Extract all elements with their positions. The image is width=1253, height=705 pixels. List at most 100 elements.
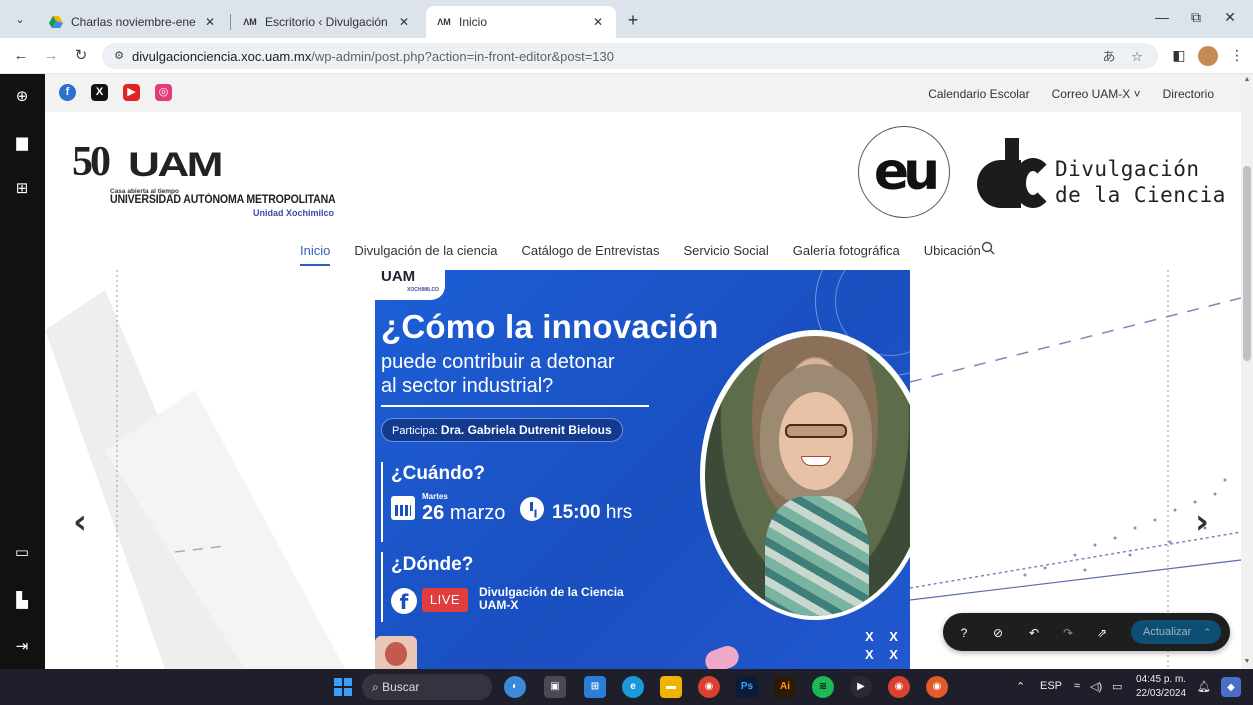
speaker-photo <box>705 336 910 616</box>
slider-prev-arrow[interactable]: ‹ <box>73 502 87 542</box>
poster-subtitle-line1: puede contribuir a detonar <box>381 351 615 373</box>
copilot-icon[interactable]: ◆ <box>1221 677 1241 697</box>
eu-logo[interactable]: eu <box>858 126 950 218</box>
address-bar[interactable]: ⚙ divulgacionciencia.xoc.uam.mx/wp-admin… <box>102 43 1158 69</box>
battery-icon[interactable]: ▭ <box>1112 680 1122 693</box>
restore-icon[interactable]: ⧉ <box>1180 9 1212 26</box>
close-tab-icon[interactable]: ✕ <box>396 15 412 29</box>
reload-icon[interactable]: ↻ <box>70 46 92 68</box>
search-icon[interactable] <box>981 241 995 259</box>
scroll-up-icon[interactable]: ▲ <box>1241 76 1253 83</box>
chrome-profile-icon[interactable]: ◉ <box>888 676 910 698</box>
widgets-icon[interactable]: ◐ <box>504 676 526 698</box>
undo-icon[interactable]: ↶ <box>1025 624 1043 642</box>
language-indicator[interactable]: ESP <box>1040 680 1062 692</box>
link-calendario[interactable]: Calendario Escolar <box>928 87 1029 101</box>
tray-chevron-up-icon[interactable]: ⌃ <box>1016 680 1025 693</box>
nav-item-ubicacion[interactable]: Ubicación <box>924 243 981 266</box>
add-block-icon[interactable]: ⊕ <box>11 86 33 108</box>
edge-icon[interactable]: e <box>622 676 644 698</box>
poster-vertical-bar <box>381 462 383 542</box>
tab-charlas[interactable]: Charlas noviembre-enero - Goo ✕ <box>38 6 228 38</box>
site-info-icon[interactable]: ⚙ <box>110 47 128 65</box>
poster-hour-unit: hrs <box>605 502 633 523</box>
url-host: divulgacionciencia.xoc.uam.mx <box>132 49 312 64</box>
x-twitter-icon[interactable]: X <box>91 84 108 101</box>
nav-item-inicio[interactable]: Inicio <box>300 243 331 266</box>
bookmark-star-icon[interactable]: ☆ <box>1126 46 1148 68</box>
scroll-down-icon[interactable]: ▼ <box>1241 658 1253 665</box>
chevron-up-icon[interactable]: ⌃ <box>1203 620 1211 644</box>
scroll-thumb[interactable] <box>1243 166 1251 361</box>
taskbar-time: 04:45 p. m. <box>1136 674 1187 685</box>
main-navigation: Inicio Divulgación de la ciencia Catálog… <box>300 243 1005 266</box>
taskbar-search[interactable]: ⌕ Buscar <box>362 674 492 700</box>
document-icon[interactable]: ▆ <box>11 132 33 154</box>
dc-text-line1: Divulgación <box>1055 157 1200 181</box>
layers-icon[interactable]: ⊞ <box>11 178 33 200</box>
instagram-icon[interactable]: ◎ <box>155 84 172 101</box>
nav-item-catalogo[interactable]: Catálogo de Entrevistas <box>521 243 659 266</box>
side-panel-icon[interactable]: ◧ <box>1168 47 1190 64</box>
store-icon[interactable]: ⊞ <box>584 676 606 698</box>
poster-subtitle-line2: al sector industrial? <box>381 375 554 397</box>
back-arrow-icon[interactable]: ← <box>10 46 32 68</box>
slider-next-arrow[interactable]: › <box>1195 502 1209 542</box>
exit-editor-icon[interactable]: ⇥ <box>11 636 33 658</box>
minimize-icon[interactable]: — <box>1146 9 1178 25</box>
external-link-icon[interactable]: ⇗ <box>1093 624 1111 642</box>
close-tab-icon[interactable]: ✕ <box>590 15 606 29</box>
youtube-icon[interactable]: ▶ <box>123 84 140 101</box>
tab-search-chevron-icon[interactable]: ⌄ <box>8 8 32 30</box>
windows-taskbar: ⌕ Buscar ◐ ▣ ⊞ e ▬ ◉ Ps Ai ≋ ▶ ◉ ◉ ⌃ ESP… <box>0 669 1253 705</box>
tab-divider <box>230 14 231 30</box>
event-poster[interactable]: UAM XOCHIMILCO ¿Cómo la innovación puede… <box>375 270 910 669</box>
page-scrollbar[interactable]: ▲ ▼ <box>1241 74 1253 669</box>
site-header: 50 UAM Casa abierta al tiempo UNIVERSIDA… <box>45 112 1241 270</box>
chrome-canary-icon[interactable]: ◉ <box>926 676 948 698</box>
tab-inicio[interactable]: ΛΜ Inicio ✕ <box>426 6 616 38</box>
chrome-icon[interactable]: ◉ <box>698 676 720 698</box>
taskbar-search-label: Buscar <box>382 680 420 694</box>
nav-item-servicio-social[interactable]: Servicio Social <box>683 243 768 266</box>
poster-logo-mark: UAM <box>381 270 416 285</box>
update-button[interactable]: Actualizar ⌃ <box>1131 620 1221 644</box>
media-player-icon[interactable]: ▶ <box>850 676 872 698</box>
link-directorio[interactable]: Directorio <box>1163 87 1214 101</box>
forward-arrow-icon[interactable]: → <box>40 46 62 68</box>
help-icon[interactable]: ? <box>955 624 973 642</box>
wifi-icon[interactable]: ≈ <box>1074 680 1080 692</box>
tab-escritorio[interactable]: ΛΜ Escritorio ‹ Divulgación de la Ci ✕ <box>232 6 422 38</box>
profile-avatar[interactable] <box>1198 46 1218 66</box>
translate-icon[interactable]: あ <box>1098 46 1120 68</box>
speaker-face <box>779 392 853 490</box>
dc-logo-text[interactable]: Divulgación de la Ciencia <box>1055 156 1226 208</box>
url-text[interactable]: divulgacionciencia.xoc.uam.mx/wp-admin/p… <box>132 49 614 64</box>
poster-participant-pill: Participa: Dra. Gabriela Dutrenit Bielou… <box>381 418 623 442</box>
link-correo[interactable]: Correo UAM-X ˅ <box>1052 87 1141 101</box>
spotify-icon[interactable]: ≋ <box>812 676 834 698</box>
close-tab-icon[interactable]: ✕ <box>202 15 218 29</box>
uam-logo[interactable]: 50 UAM Casa abierta al tiempo UNIVERSIDA… <box>70 138 340 218</box>
hide-icon[interactable]: ⊘ <box>989 624 1007 642</box>
facebook-icon[interactable]: f <box>59 84 76 101</box>
volume-icon[interactable]: ◁) <box>1090 680 1102 693</box>
file-explorer-icon[interactable]: ▬ <box>660 676 682 698</box>
chrome-menu-icon[interactable]: ⋮ <box>1226 47 1248 64</box>
close-window-icon[interactable]: ✕ <box>1214 9 1246 26</box>
new-tab-button[interactable]: + <box>622 10 644 32</box>
nav-item-galeria[interactable]: Galería fotográfica <box>793 243 900 266</box>
desktop-preview-icon[interactable]: ▭ <box>11 542 33 564</box>
photoshop-icon[interactable]: Ps <box>736 676 758 698</box>
browser-toolbar: ← → ↻ ⚙ divulgacionciencia.xoc.uam.mx/wp… <box>0 38 1253 74</box>
illustrator-icon[interactable]: Ai <box>774 676 796 698</box>
dc-logo-mark[interactable] <box>977 138 1053 210</box>
windows-start-icon[interactable] <box>334 678 352 696</box>
page-settings-icon[interactable]: ▙ <box>11 590 33 612</box>
task-view-icon[interactable]: ▣ <box>544 676 566 698</box>
poster-uam-logo: UAM XOCHIMILCO <box>375 270 445 300</box>
taskbar-clock[interactable]: 04:45 p. m. 22/03/2024 <box>1136 673 1186 701</box>
redo-icon[interactable]: ↷ <box>1059 624 1077 642</box>
notification-bell-icon[interactable]: 🔔︎ <box>1197 680 1211 693</box>
nav-item-divulgacion[interactable]: Divulgación de la ciencia <box>354 243 497 266</box>
